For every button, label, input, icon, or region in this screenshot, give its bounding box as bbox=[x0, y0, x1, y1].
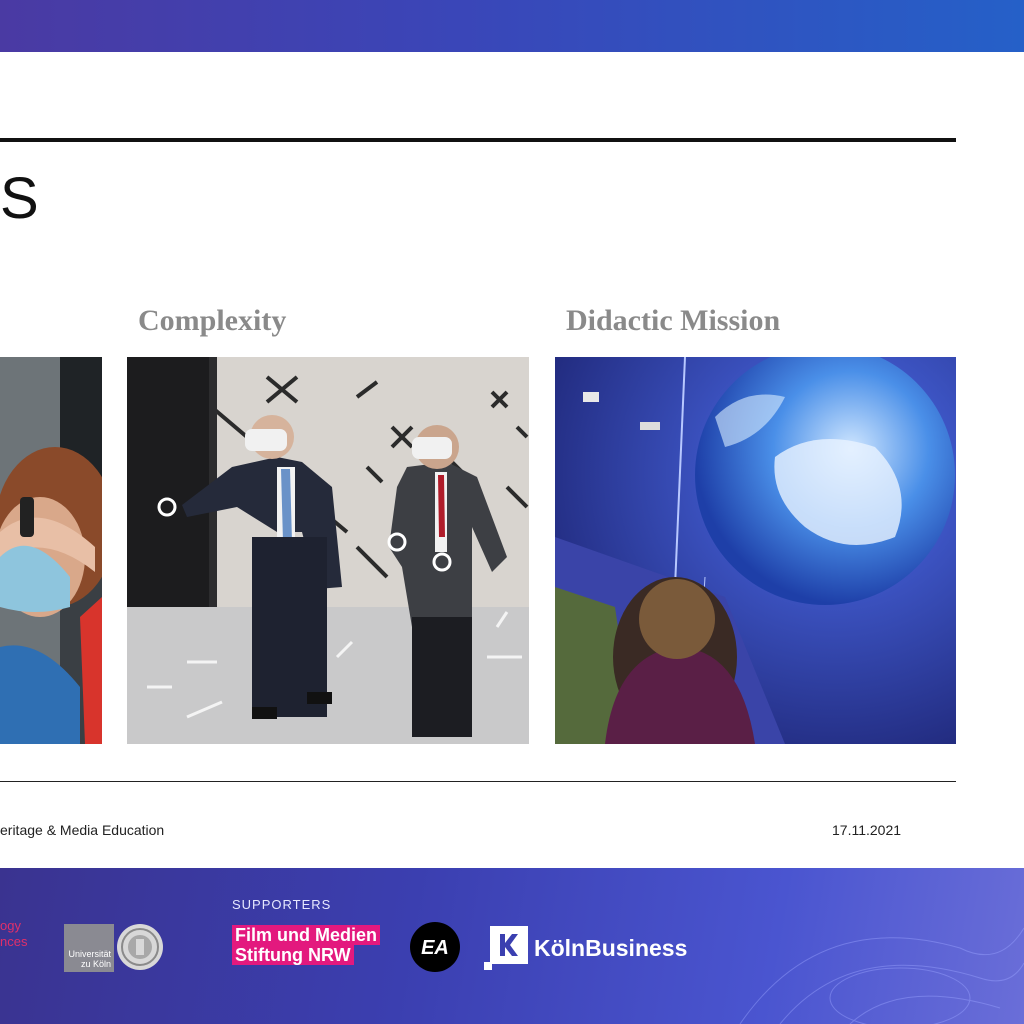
university-seal-icon bbox=[117, 924, 163, 970]
partial-logo-line2: nces bbox=[0, 934, 28, 949]
uni-logo-line2: zu Köln bbox=[80, 959, 111, 969]
sponsor-banner: ogy nces Universität zu Köln SUPPORTERS … bbox=[0, 868, 1024, 1024]
koelnbusiness-logo: KölnBusiness bbox=[484, 926, 687, 970]
koelnbusiness-text: KölnBusiness bbox=[534, 934, 688, 961]
column-label-didactic-mission: Didactic Mission bbox=[566, 304, 781, 337]
photo-earth-globe bbox=[555, 357, 956, 744]
footer-date: 17.11.2021 bbox=[832, 822, 902, 838]
universitaet-koeln-logo: Universität zu Köln bbox=[64, 924, 114, 972]
title-rule bbox=[0, 138, 956, 142]
footer-rule bbox=[0, 781, 956, 782]
ea-logo-text: EA bbox=[421, 937, 449, 959]
photo-vr-headsets bbox=[127, 357, 529, 744]
supporters-label: SUPPORTERS bbox=[232, 897, 332, 912]
ea-logo-icon: EA bbox=[410, 922, 460, 972]
film-logo-line1: Film und Medien bbox=[232, 925, 380, 945]
film-medien-stiftung-logo: Film und Medien Stiftung NRW bbox=[232, 925, 380, 965]
koelnbusiness-k-icon bbox=[484, 926, 528, 970]
partial-logo-line1: ogy bbox=[0, 918, 21, 933]
banner-decoration bbox=[739, 927, 1024, 1024]
partial-logo-text: ogy nces bbox=[0, 918, 27, 950]
top-banner bbox=[0, 0, 1024, 52]
uni-logo-line1: Universität bbox=[68, 949, 111, 959]
slide-title: S bbox=[0, 166, 39, 231]
presentation-slide: S Complexity Didactic Mission eritage & … bbox=[0, 52, 1024, 868]
column-label-complexity: Complexity bbox=[138, 304, 287, 337]
photo-masked-person bbox=[0, 357, 102, 744]
footer-title: eritage & Media Education bbox=[0, 822, 165, 838]
film-logo-line2: Stiftung NRW bbox=[232, 945, 354, 965]
